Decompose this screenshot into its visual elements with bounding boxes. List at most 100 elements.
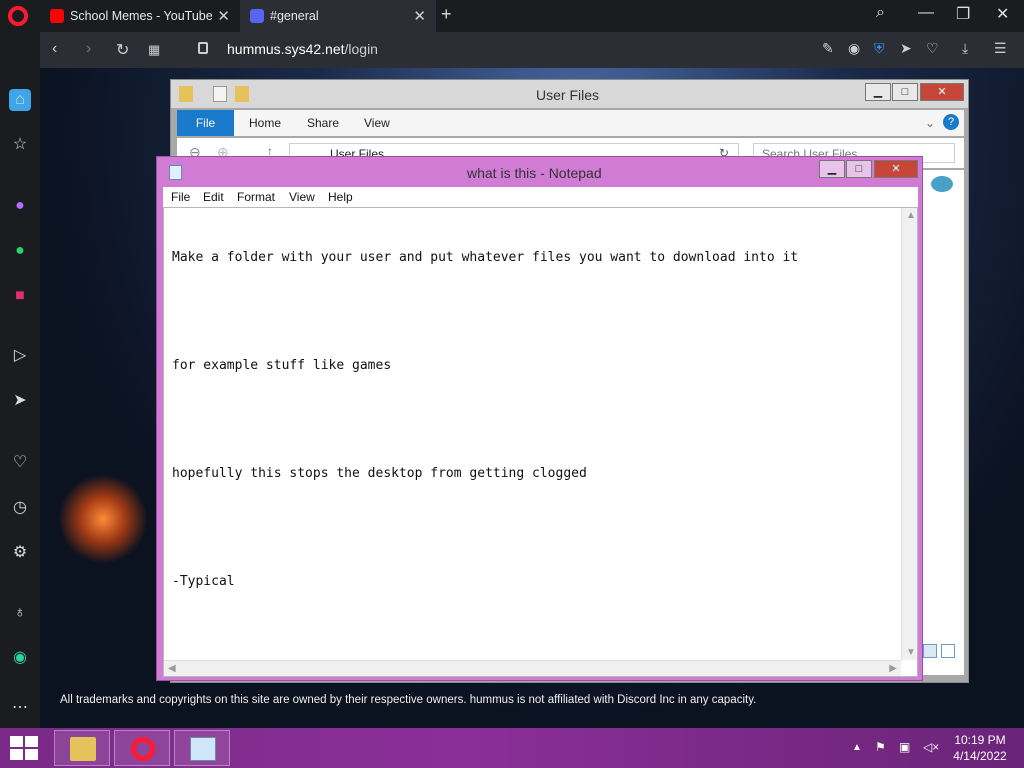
- aria-icon[interactable]: ◉: [9, 647, 31, 669]
- details-view-icon[interactable]: [923, 644, 937, 658]
- text-line: Make a folder with your user and put wha…: [172, 250, 799, 265]
- scroll-up-icon[interactable]: ▲: [906, 210, 916, 221]
- menu-help[interactable]: Help: [328, 190, 353, 204]
- text-line: [172, 519, 798, 537]
- site-footer-text: All trademarks and copyrights on this si…: [60, 694, 757, 706]
- send-icon[interactable]: ➤: [900, 40, 912, 57]
- clock[interactable]: 10:19 PM 4/14/2022: [940, 732, 1020, 764]
- menu-icon[interactable]: ☰: [994, 40, 1007, 57]
- scroll-right-icon[interactable]: ▶: [889, 663, 897, 674]
- explorer-ribbon: File Home Share View ⌄ ?: [177, 110, 964, 136]
- home-icon[interactable]: ⌂: [9, 89, 31, 111]
- close-window-icon[interactable]: ✕: [996, 4, 1009, 24]
- send-icon[interactable]: ➤: [9, 390, 31, 412]
- heart-icon[interactable]: ♡: [926, 40, 939, 57]
- taskbar-opera[interactable]: [114, 730, 170, 766]
- menu-format[interactable]: Format: [237, 190, 275, 204]
- close-tab-icon[interactable]: ✕: [217, 7, 230, 25]
- horizontal-scrollbar[interactable]: ◀ ▶: [164, 660, 901, 676]
- network-icon[interactable]: ▣: [899, 740, 910, 754]
- explorer-title: User Files: [536, 87, 600, 103]
- download-icon[interactable]: ⤓: [962, 40, 968, 57]
- taskbar-notepad[interactable]: [174, 730, 230, 766]
- notepad-icon: [190, 737, 216, 761]
- messenger-icon[interactable]: ●: [9, 195, 31, 217]
- notepad-titlebar[interactable]: what is this - Notepad ▁ □ ✕: [157, 157, 922, 187]
- tab-youtube[interactable]: School Memes - YouTube ✕: [40, 0, 240, 32]
- shield-icon[interactable]: ⛨: [874, 40, 885, 57]
- star-icon[interactable]: ☆: [9, 134, 31, 156]
- explorer-titlebar[interactable]: User Files ▁ □ ✕: [171, 80, 968, 108]
- taskbar-explorer[interactable]: [54, 730, 110, 766]
- tab-title: School Memes - YouTube: [70, 9, 213, 23]
- url-field[interactable]: hummus.sys42.net/login: [227, 41, 378, 57]
- folder-icon: [179, 86, 193, 102]
- large-icons-view-icon[interactable]: [941, 644, 955, 658]
- ribbon-tab-view[interactable]: View: [364, 116, 390, 130]
- minimize-button[interactable]: ▁: [819, 160, 845, 178]
- edit-icon[interactable]: ✎: [822, 40, 834, 57]
- browser-tab-bar: School Memes - YouTube ✕ #general ✕ + ⌕ …: [0, 0, 1024, 32]
- lightbulb-icon[interactable]: ♁: [9, 602, 31, 624]
- close-button[interactable]: ✕: [920, 83, 964, 101]
- tab-title: #general: [270, 9, 319, 23]
- scroll-down-icon[interactable]: ▼: [906, 647, 916, 658]
- vertical-scrollbar[interactable]: ▲ ▼: [901, 208, 917, 660]
- text-line: -Typical: [172, 574, 235, 589]
- action-center-flag-icon[interactable]: ⚑: [875, 740, 886, 754]
- notepad-title: what is this - Notepad: [467, 165, 602, 181]
- forward-icon[interactable]: ›: [86, 40, 91, 58]
- maximize-button[interactable]: □: [892, 83, 918, 101]
- text-line: [172, 303, 798, 321]
- opera-logo-icon[interactable]: [8, 6, 28, 26]
- menu-file[interactable]: File: [171, 190, 190, 204]
- heart-icon[interactable]: ♡: [9, 452, 31, 474]
- tab-discord[interactable]: #general ✕: [240, 0, 436, 32]
- text-line: hopefully this stops the desktop from ge…: [172, 466, 587, 481]
- reload-icon[interactable]: ↻: [116, 40, 129, 60]
- url-path: /login: [344, 41, 378, 57]
- text-line: for example stuff like games: [172, 358, 392, 373]
- tabs-grid-icon[interactable]: ▦: [148, 42, 160, 58]
- maximize-button[interactable]: □: [846, 160, 872, 178]
- restore-icon[interactable]: ❐: [956, 4, 970, 24]
- back-icon[interactable]: ‹: [52, 40, 57, 58]
- scroll-left-icon[interactable]: ◀: [168, 663, 176, 674]
- properties-icon[interactable]: [213, 86, 227, 102]
- close-button[interactable]: ✕: [874, 160, 918, 178]
- volume-muted-icon[interactable]: ◁×: [923, 740, 939, 754]
- instagram-icon[interactable]: ■: [9, 285, 31, 307]
- discord-icon: [250, 9, 264, 23]
- show-hidden-icons[interactable]: ▲: [852, 742, 862, 753]
- notepad-icon: [169, 165, 182, 180]
- help-icon[interactable]: ?: [943, 114, 959, 130]
- notepad-menubar: File Edit Format View Help: [163, 187, 918, 207]
- ribbon-tab-share[interactable]: Share: [307, 116, 339, 130]
- new-folder-icon[interactable]: [235, 86, 249, 102]
- background-artwork: [58, 474, 148, 564]
- close-tab-icon[interactable]: ✕: [413, 7, 426, 25]
- notepad-text-area[interactable]: Make a folder with your user and put wha…: [163, 207, 918, 677]
- search-icon[interactable]: ⌕: [876, 4, 885, 22]
- play-icon[interactable]: ▷: [9, 345, 31, 367]
- whatsapp-icon[interactable]: ●: [9, 240, 31, 262]
- ribbon-tab-file[interactable]: File: [177, 110, 234, 136]
- ribbon-tab-home[interactable]: Home: [249, 116, 281, 130]
- menu-edit[interactable]: Edit: [203, 190, 224, 204]
- url-host: hummus.sys42.net: [227, 41, 345, 57]
- lock-icon: [198, 42, 208, 54]
- minimize-icon[interactable]: —: [918, 4, 934, 22]
- camera-icon[interactable]: ◉: [848, 40, 860, 57]
- settings-icon[interactable]: ⚙: [9, 542, 31, 564]
- address-bar: ‹ › ↻ ▦ hummus.sys42.net/login ✎ ◉ ⛨ ➤ ♡…: [40, 32, 1024, 68]
- expand-ribbon-icon[interactable]: ⌄: [925, 116, 935, 130]
- history-icon[interactable]: ◷: [9, 497, 31, 519]
- shell-icon: [931, 176, 953, 192]
- new-tab-icon[interactable]: +: [441, 4, 452, 25]
- taskbar: ▲ ⚑ ▣ ◁× 10:19 PM 4/14/2022: [0, 728, 1024, 768]
- menu-view[interactable]: View: [289, 190, 315, 204]
- minimize-button[interactable]: ▁: [865, 83, 891, 101]
- start-button[interactable]: [10, 736, 38, 760]
- more-icon[interactable]: ⋯: [9, 697, 31, 719]
- notepad-content: Make a folder with your user and put wha…: [172, 213, 798, 627]
